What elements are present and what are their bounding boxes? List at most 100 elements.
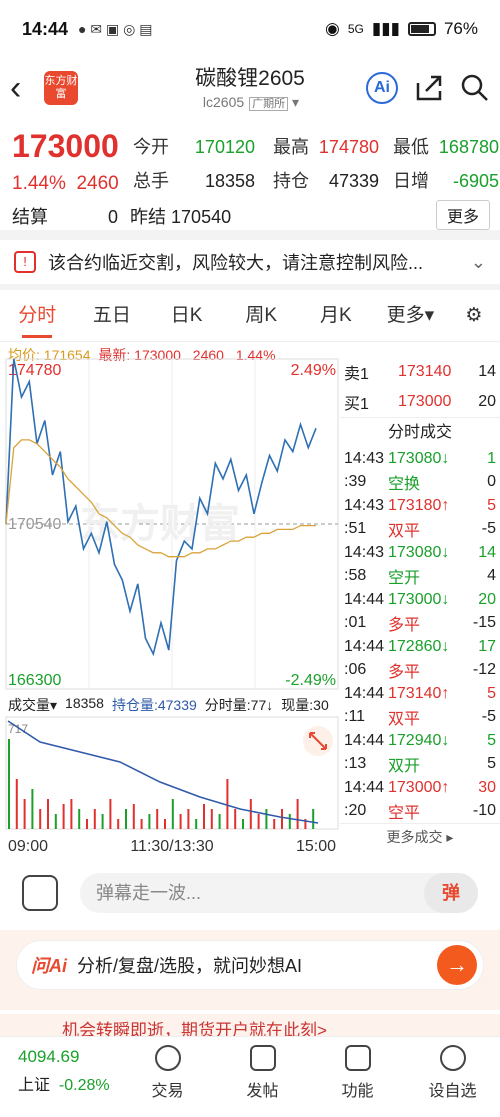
trade-row: 14:44 172940↓ 5: [344, 731, 496, 749]
eye-icon: ◉: [325, 19, 340, 38]
volume-bar: [31, 789, 34, 829]
shield-icon: !: [14, 251, 36, 273]
y-mid-label: 170540: [8, 516, 61, 533]
volume-bar: [156, 809, 159, 829]
danmu-bar: 弹幕走一波... 弹: [0, 866, 500, 920]
volume-bar: [187, 809, 190, 829]
y-min-pct: -2.49%: [285, 672, 336, 689]
volume-bar: [226, 779, 229, 829]
signal-icon: ▮▮▮: [371, 19, 400, 38]
open-interest-line: [7, 720, 319, 824]
tab-more[interactable]: 更多▾: [373, 290, 448, 342]
expand-icon[interactable]: [303, 726, 333, 756]
volume-bar: [242, 819, 244, 829]
danmu-toggle-icon[interactable]: [22, 875, 58, 911]
trade-row: 14:43 173180↑ 5: [344, 496, 496, 514]
volume-selector[interactable]: 成交量▾: [8, 695, 57, 715]
trade-row: :01 多平 -15: [344, 614, 496, 635]
volume-bar: [249, 799, 252, 829]
nav-add-watchlist[interactable]: 设自选: [405, 1037, 500, 1117]
volume-bar: [78, 809, 81, 829]
gear-icon[interactable]: ⚙: [448, 290, 500, 342]
volume-bar: [265, 809, 268, 829]
trade-row: 14:44 173000↓ 20: [344, 590, 496, 608]
trade-row: :58 空开 4: [344, 567, 496, 588]
settlement: 结算 0 昨结 170540: [12, 207, 232, 227]
trade-row: :51 双平 -5: [344, 520, 496, 541]
volume-bar: [62, 804, 65, 829]
system-icons: ◉ 5G ▮▮▮ 76%: [325, 19, 478, 39]
more-trades-button[interactable]: 更多成交 ▸: [340, 823, 500, 849]
low-price: 168780: [438, 137, 499, 157]
bid-row[interactable]: 买1 173000 20: [340, 387, 500, 417]
battery-level: 76%: [443, 19, 478, 38]
trade-row: 14:44 173140↑ 5: [344, 684, 496, 702]
volume-bar: [117, 819, 120, 829]
volume-bar: [23, 799, 26, 829]
risk-notice[interactable]: ! 该合约临近交割，风险较大，请注意控制风险... ⌄: [0, 240, 500, 284]
danmu-send-button[interactable]: 弹: [424, 873, 478, 913]
time-end: 15:00: [296, 838, 336, 855]
trade-row: 14:43 173080↓ 1: [344, 449, 496, 467]
volume-bar: [70, 799, 73, 829]
battery-icon: [407, 22, 436, 36]
more-quote-button[interactable]: 更多: [435, 200, 490, 230]
volume-bar: [234, 809, 237, 829]
ai-logo: 问Ai: [31, 956, 67, 976]
nav-functions[interactable]: 功能: [310, 1037, 405, 1117]
more-icon: [439, 1045, 466, 1071]
y-max-pct: 2.49%: [291, 362, 336, 379]
contract-name: 碳酸锂2605: [195, 67, 305, 90]
tab-intraday[interactable]: 分时: [0, 290, 75, 342]
volume-bar: [195, 819, 198, 829]
ask-row[interactable]: 卖1 173140 14: [340, 357, 500, 387]
exchange-badge[interactable]: 广期所: [249, 97, 289, 111]
status-bar: 14:44 ● ✉ ▣ ◎ ▤ ◉ 5G ▮▮▮ 76%: [0, 0, 500, 58]
last-price: 173000: [12, 128, 119, 164]
volume-bar: [281, 809, 283, 829]
time-start: 09:00: [8, 838, 48, 855]
volume-bar: [273, 819, 276, 829]
volume-header: 成交量▾ 18358 持仓量:47339 分时量:77↓ 现量:30: [8, 695, 329, 715]
clock: 14:44: [22, 18, 69, 39]
volume-bar: [101, 814, 104, 829]
y-min-label: 166300: [8, 672, 61, 689]
volume-bar: [15, 779, 18, 829]
trades-list: 14:43 173080↓ 1 :39 空换 0 14:43 173180↑ 5 :51 双平 -5 1…: [340, 447, 500, 823]
high-price: 174780: [318, 137, 379, 157]
tab-five-day[interactable]: 五日: [75, 290, 150, 342]
trade-row: :20 空平 -10: [344, 802, 496, 823]
volume-bar: [257, 814, 260, 829]
index-ticker[interactable]: 4094.69 上证 -0.28%: [0, 1037, 120, 1117]
header: ‹ 东方财富 碳酸锂2605 lc2605 广期所 ▾ Ai: [0, 58, 500, 118]
tab-weekly-k[interactable]: 周K: [224, 290, 299, 342]
bottom-nav: 4094.69 上证 -0.28% 交易 发帖 功能 设自选: [0, 1036, 500, 1117]
nav-post[interactable]: 发帖: [215, 1037, 310, 1117]
grid-icon: [344, 1045, 371, 1071]
chevron-down-icon: ⌄: [470, 251, 486, 272]
contract-code: lc2605: [202, 94, 245, 110]
daily-increase: -6905: [452, 171, 499, 191]
volume-bar: [218, 814, 221, 829]
tab-monthly-k[interactable]: 月K: [299, 290, 374, 342]
volume-bar: [140, 819, 143, 829]
ai-search-box[interactable]: 问Ai 分析/复盘/选股，就问妙想AI →: [16, 940, 484, 990]
trade-row: :39 空换 0: [344, 473, 496, 494]
watermark: 东方财富: [80, 502, 240, 546]
volume-bar: [203, 804, 205, 829]
price-chart-svg[interactable]: 东方财富 174780 2.49% 170540 166300 -2.49% 7…: [0, 357, 340, 857]
volume: 18358: [204, 171, 255, 191]
danmu-input[interactable]: 弹幕走一波... 弹: [80, 873, 478, 913]
volume-bar: [47, 799, 49, 829]
volume-bar: [125, 809, 127, 829]
vol-max-label: 717: [8, 722, 28, 736]
volume-bar: [171, 799, 174, 829]
volume-bar: [288, 814, 291, 829]
volume-bar: [132, 804, 135, 829]
volume-bar: [164, 819, 166, 829]
volume-bar: [109, 799, 112, 829]
nav-trade[interactable]: 交易: [120, 1037, 215, 1117]
arrow-right-icon[interactable]: →: [437, 945, 477, 985]
volume-bar: [210, 809, 213, 829]
tab-daily-k[interactable]: 日K: [149, 290, 224, 342]
